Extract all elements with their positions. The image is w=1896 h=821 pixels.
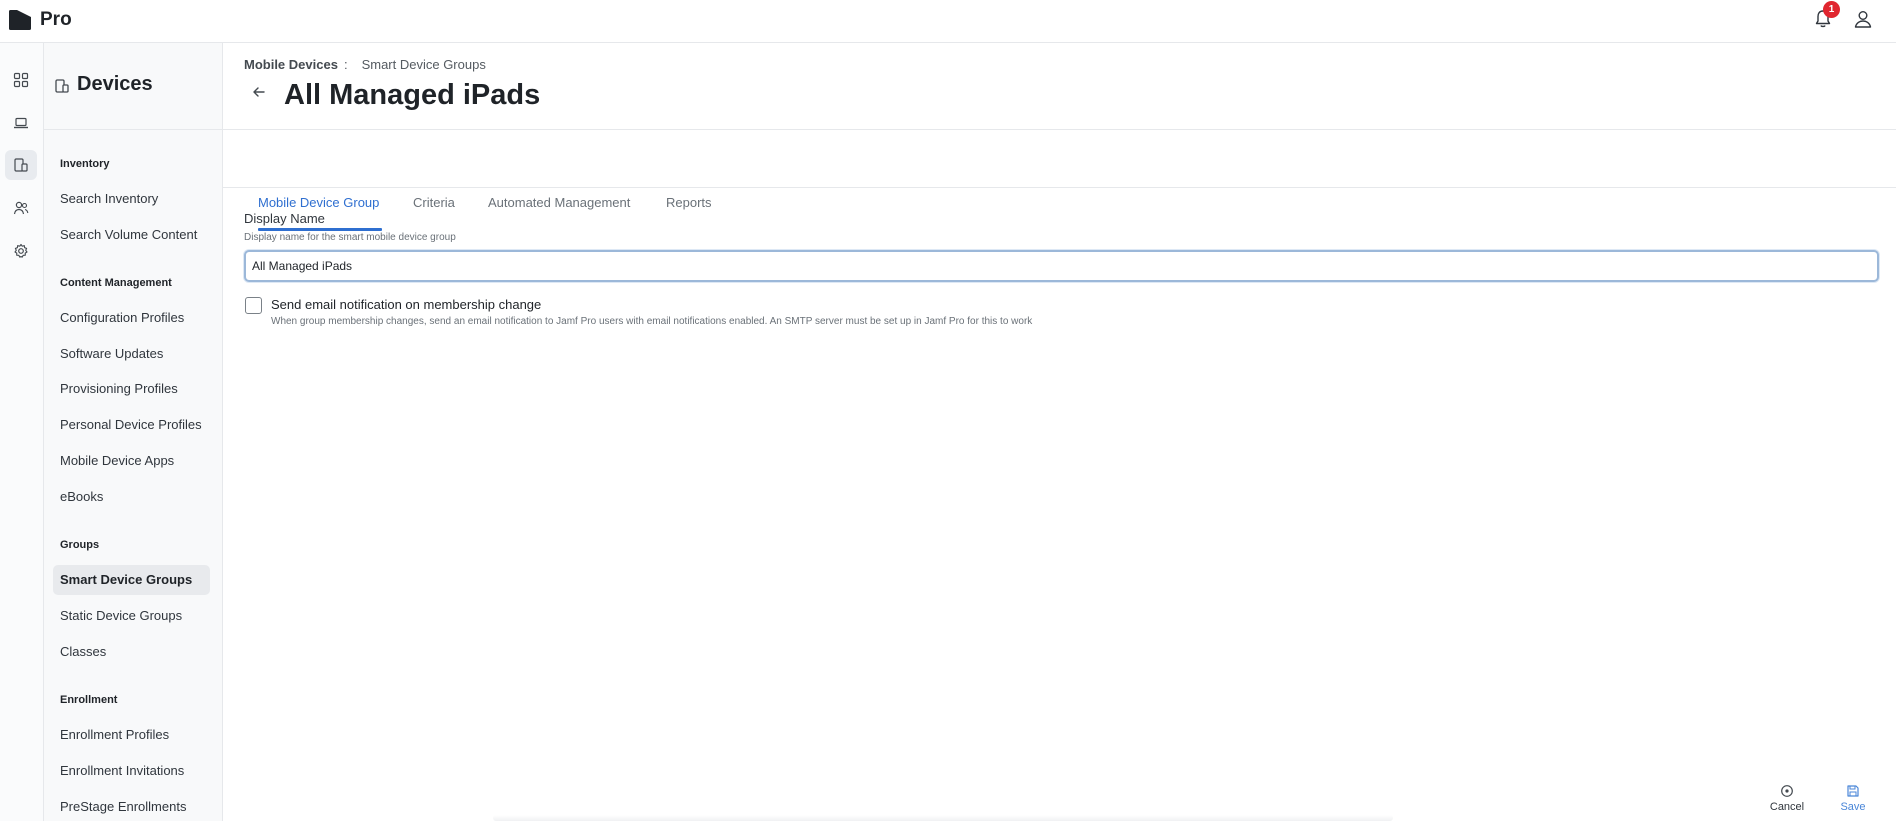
devices-icon: [55, 79, 69, 93]
sidebar-title: Devices: [77, 73, 153, 95]
header-divider: [223, 129, 1896, 130]
nav-item-configuration-profiles[interactable]: Configuration Profiles: [53, 303, 210, 333]
computers-laptop-icon[interactable]: [5, 108, 37, 138]
app-logo[interactable]: Pro: [8, 8, 72, 32]
users-icon[interactable]: [5, 193, 37, 223]
nav-item-classes[interactable]: Classes: [53, 637, 210, 667]
nav-item-enrollment-invitations[interactable]: Enrollment Invitations: [53, 756, 210, 786]
nav-item-static-device-groups[interactable]: Static Device Groups: [53, 601, 210, 631]
email-notification-help: When group membership changes, send an e…: [271, 316, 1033, 327]
settings-gear-icon[interactable]: [5, 236, 37, 266]
nav-item-personal-device-profiles[interactable]: Personal Device Profiles: [53, 410, 210, 440]
tab-criteria[interactable]: Criteria: [413, 130, 459, 231]
save-disk-icon: [1847, 785, 1859, 797]
jamf-logo-icon: [9, 10, 31, 30]
sidebar-header: Devices: [44, 43, 222, 130]
nav-section-inventory: Inventory: [60, 158, 110, 170]
tabs-divider: [223, 187, 1896, 188]
dashboard-icon[interactable]: [5, 65, 37, 95]
nav-item-provisioning-profiles[interactable]: Provisioning Profiles: [53, 374, 210, 404]
email-notification-label[interactable]: Send email notification on membership ch…: [271, 297, 541, 312]
email-notification-checkbox[interactable]: [245, 297, 262, 314]
save-button[interactable]: Save: [1828, 784, 1878, 820]
main-content: Mobile Devices : Smart Device Groups All…: [223, 43, 1896, 821]
tab-automated-management[interactable]: Automated Management: [488, 130, 636, 231]
nav-section-enrollment: Enrollment: [60, 694, 118, 706]
display-name-input[interactable]: [244, 250, 1879, 282]
notification-badge: 1: [1823, 1, 1840, 18]
display-name-help: Display name for the smart mobile device…: [244, 232, 456, 243]
page-title: All Managed iPads: [284, 79, 541, 111]
display-name-label: Display Name: [244, 211, 325, 226]
devices-sidebar: Devices Inventory Search Inventory Searc…: [44, 43, 223, 821]
nav-section-groups: Groups: [60, 539, 100, 551]
tab-reports[interactable]: Reports: [666, 130, 714, 231]
cancel-icon: [1781, 785, 1793, 797]
nav-section-content-management: Content Management: [60, 277, 172, 289]
devices-icon[interactable]: [5, 150, 37, 180]
top-bar: Pro 1: [0, 0, 1896, 43]
nav-item-search-inventory[interactable]: Search Inventory: [53, 184, 210, 214]
nav-item-mobile-device-apps[interactable]: Mobile Device Apps: [53, 446, 210, 476]
back-arrow-icon[interactable]: [251, 84, 267, 100]
icon-rail: [0, 43, 44, 821]
nav-item-search-volume-content[interactable]: Search Volume Content: [53, 220, 210, 250]
breadcrumb: Mobile Devices : Smart Device Groups: [244, 57, 486, 72]
nav-item-smart-device-groups[interactable]: Smart Device Groups: [53, 565, 210, 595]
breadcrumb-current[interactable]: Smart Device Groups: [362, 57, 486, 72]
user-account-icon[interactable]: [1852, 8, 1874, 30]
app-name: Pro: [40, 9, 72, 30]
nav-item-ebooks[interactable]: eBooks: [53, 482, 210, 512]
nav-item-software-updates[interactable]: Software Updates: [53, 339, 210, 369]
nav-item-enrollment-profiles[interactable]: Enrollment Profiles: [53, 720, 210, 750]
bottom-bar-shadow: [493, 815, 1393, 821]
breadcrumb-parent[interactable]: Mobile Devices: [244, 57, 338, 72]
cancel-button[interactable]: Cancel: [1762, 784, 1812, 820]
breadcrumb-separator: :: [343, 57, 348, 72]
nav-item-prestage-enrollments[interactable]: PreStage Enrollments: [53, 792, 210, 821]
